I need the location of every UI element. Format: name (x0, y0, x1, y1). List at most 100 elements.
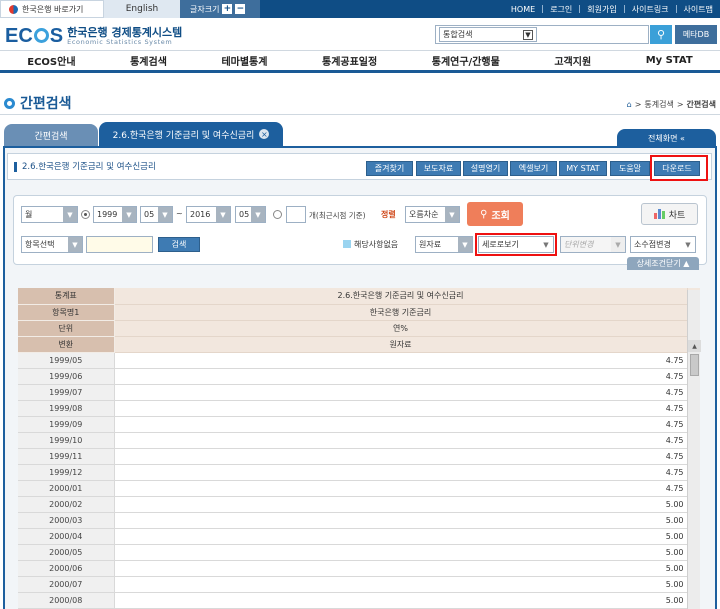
sort-select[interactable]: 오름차순 ▼ (405, 206, 460, 223)
table-row: 1999/10 4.75 (18, 432, 700, 449)
recent-count-label: 개(최근시점 기준) (309, 211, 366, 220)
bookmark-button[interactable]: 즐겨찾기 (366, 161, 413, 176)
help-button[interactable]: 도움말 (610, 161, 650, 176)
brand-subtitle: Economic Statistics System (67, 38, 173, 47)
row-value: 4.75 (114, 384, 688, 401)
row-date: 2000/04 (18, 528, 115, 545)
end-year-select[interactable]: 2016 ▼ (186, 206, 231, 223)
table-row: 2000/06 5.00 (18, 560, 700, 577)
item-search-button[interactable]: 검색 (158, 237, 200, 252)
top-link-home[interactable]: HOME (504, 5, 542, 14)
search-button[interactable]: ⚲ (650, 25, 672, 44)
search-scope-select[interactable]: 통합검색 ▼ (439, 27, 537, 42)
row-value: 5.00 (114, 528, 688, 545)
tab-stat-table[interactable]: 2.6.한국은행 기준금리 및 여수신금리 × (99, 122, 283, 146)
row-date: 1999/05 (18, 352, 115, 369)
meta-db-button[interactable]: 메타DB (675, 25, 717, 44)
chart-button-label: 차트 (668, 210, 686, 221)
table-scrollbar[interactable]: ▲ (687, 290, 701, 609)
query-button[interactable]: ⚲ 조회 (467, 202, 523, 226)
chevron-down-icon: ▼ (122, 207, 136, 222)
unit-change-select[interactable]: 단위변경 ▼ (560, 236, 626, 253)
excel-view-button[interactable]: 엑셀보기 (510, 161, 557, 176)
nav-support[interactable]: 고객지원 (554, 53, 591, 68)
row-value: 4.75 (114, 416, 688, 433)
row-date: 2000/03 (18, 512, 115, 529)
radio-period[interactable] (81, 210, 90, 219)
table-row: 2000/02 5.00 (18, 496, 700, 513)
row-value: 5.00 (114, 560, 688, 577)
press-release-button[interactable]: 보도자료 (416, 161, 461, 176)
nav-release-schedule[interactable]: 통계공표일정 (322, 53, 377, 68)
chart-button[interactable]: 차트 (641, 203, 698, 225)
row-date: 2000/01 (18, 480, 115, 497)
raw-data-select[interactable]: 원자료 ▼ (415, 236, 473, 253)
search-input[interactable]: 통합검색 ▼ (435, 25, 649, 44)
nav-my-stat[interactable]: My STAT (646, 55, 693, 66)
row-value: 4.75 (114, 368, 688, 385)
start-year-select[interactable]: 1999 ▼ (93, 206, 137, 223)
nav-theme-stats[interactable]: 테마별통계 (221, 53, 267, 68)
radio-recent[interactable] (273, 210, 282, 219)
recent-count-input[interactable] (286, 206, 306, 223)
query-button-label: 조회 (491, 210, 510, 222)
breadcrumb-stat-search[interactable]: 통계검색 (644, 99, 673, 110)
home-icon[interactable]: ⌂ (627, 100, 632, 109)
row-value: 5.00 (114, 512, 688, 529)
english-link[interactable]: English (104, 0, 180, 18)
table-header-row: 단위 연% (18, 320, 700, 337)
bok-home-link[interactable]: 한국은행 바로가기 (0, 0, 104, 18)
detail-toggle-button[interactable]: 상세조건닫기 ▲ (627, 257, 699, 270)
start-month-select[interactable]: 05 ▼ (140, 206, 173, 223)
item-select[interactable]: 항목선택 ▼ (21, 236, 83, 253)
top-links: HOME 로그인 회원가입 사이트링크 사이트맵 (504, 0, 720, 18)
top-bar: 한국은행 바로가기 English 글자크기 + − HOME 로그인 회원가입… (0, 0, 720, 18)
nav-ecos-info[interactable]: ECOS안내 (27, 53, 75, 68)
row-date: 2000/02 (18, 496, 115, 513)
row-value: 5.00 (114, 592, 688, 609)
top-link-login[interactable]: 로그인 (543, 4, 579, 15)
row-value: 4.75 (114, 464, 688, 481)
table-row: 1999/07 4.75 (18, 384, 700, 401)
font-increase-button[interactable]: + (222, 4, 233, 14)
legend-swatch (343, 240, 351, 248)
item-search-input[interactable] (86, 236, 153, 253)
top-link-signup[interactable]: 회원가입 (580, 4, 623, 15)
chevron-down-icon: ▼ (445, 207, 459, 222)
nav-research[interactable]: 통계연구/간행물 (432, 53, 500, 68)
font-decrease-button[interactable]: − (235, 4, 246, 14)
row-value: 4.75 (114, 352, 688, 369)
scroll-up-icon[interactable]: ▲ (688, 340, 701, 352)
header-value: 원자료 (114, 336, 688, 353)
page-title: 간편검색 (4, 93, 72, 113)
description-button[interactable]: 설명열기 (463, 161, 508, 176)
stat-table-name: 2.6.한국은행 기준금리 및 여수신금리 (14, 161, 156, 172)
font-size-control: 글자크기 + − (180, 0, 260, 18)
row-date: 1999/11 (18, 448, 115, 465)
row-date: 2000/06 (18, 560, 115, 577)
end-month-select[interactable]: 05 ▼ (235, 206, 266, 223)
decimal-change-select[interactable]: 소수점변경 ▼ (630, 236, 696, 253)
chevron-down-icon: ▼ (158, 207, 172, 222)
tab-simple-search[interactable]: 간편검색 (4, 124, 98, 146)
table-header-row: 통계표 2.6.한국은행 기준금리 및 여수신금리 (18, 288, 700, 305)
table-row: 1999/08 4.75 (18, 400, 700, 417)
chevron-down-icon: ▼ (611, 237, 625, 252)
top-link-sitemap[interactable]: 사이트맵 (677, 4, 720, 15)
not-applicable-label: 해당사항없음 (354, 240, 399, 249)
top-link-sitelink[interactable]: 사이트링크 (625, 4, 676, 15)
close-icon[interactable]: × (259, 129, 270, 139)
table-row: 1999/09 4.75 (18, 416, 700, 433)
brand-logo[interactable]: EC S 한국은행 경제통계시스템 Economic Statistics Sys… (5, 25, 182, 48)
full-screen-button[interactable]: 전체화면 « (617, 129, 716, 147)
row-date: 2000/05 (18, 544, 115, 561)
font-size-label: 글자크기 (190, 4, 220, 14)
title-bullet-icon (4, 97, 15, 109)
brand-title: 한국은행 경제통계시스템 (67, 26, 183, 40)
my-stat-button[interactable]: MY STAT (559, 161, 607, 176)
row-value: 4.75 (114, 480, 688, 497)
period-select[interactable]: 월 ▼ (21, 206, 78, 223)
scrollbar-thumb[interactable] (690, 354, 699, 376)
nav-stat-search[interactable]: 통계검색 (130, 53, 167, 68)
ecos-logo: EC S (5, 25, 64, 47)
